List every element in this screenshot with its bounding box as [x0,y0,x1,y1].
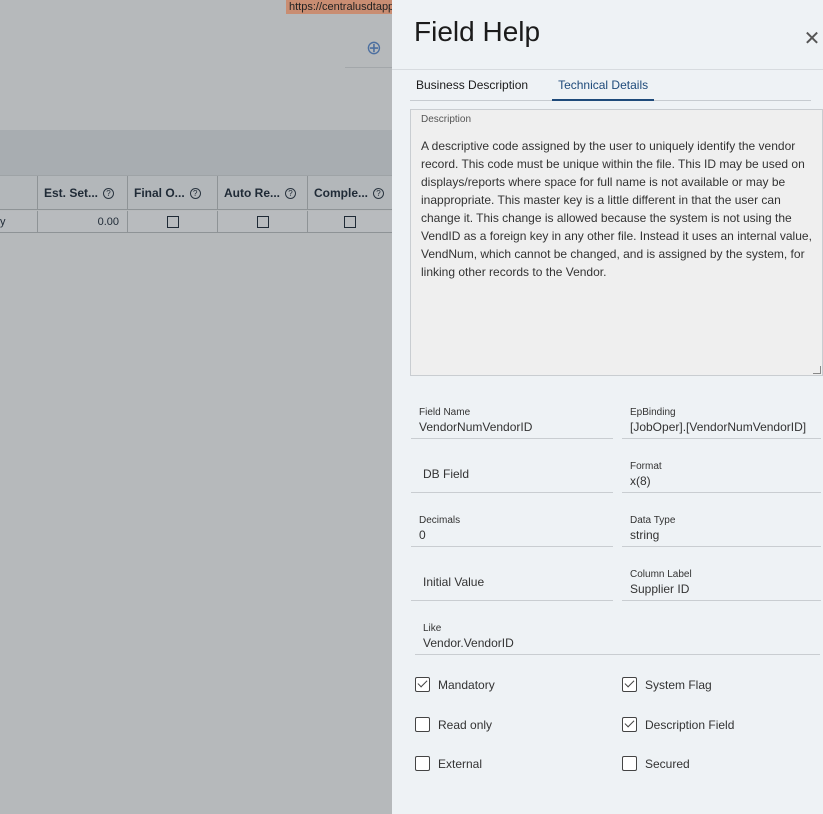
checkbox-unchecked-icon[interactable] [415,756,430,771]
table-row[interactable]: y 0.00 [0,211,392,233]
divider [392,69,823,70]
grid-cell: y [0,216,6,228]
grid-header-est-setup[interactable]: Est. Set... ? [37,176,127,210]
checkbox-checked-icon[interactable] [415,677,430,692]
checkbox[interactable] [166,216,179,228]
close-icon[interactable]: ✕ [802,29,822,49]
field-label: Data Type [630,515,676,526]
checkbox-checked-icon[interactable] [622,677,637,692]
checkbox-label: External [438,756,483,771]
grid-header-label: Comple... [314,186,369,200]
panel-title: Field Help [414,16,541,47]
grid-cell-est-setup: 0.00 [37,211,127,233]
grid-header-row: Est. Set... ? Final O... ? Auto Re... ? … [0,176,392,210]
help-icon[interactable]: ? [373,187,385,199]
column-label-field[interactable]: Column Label Supplier ID [622,563,821,601]
field-help-panel: Field Help ✕ Business Description Techni… [392,0,823,814]
field-value: 0 [419,528,426,542]
help-icon[interactable]: ? [285,187,296,199]
add-circle-icon[interactable]: ⊕ [363,38,385,60]
system-flag-checkbox[interactable]: System Flag [622,677,712,692]
like-field[interactable]: Like Vendor.VendorID [415,617,820,655]
data-type-field[interactable]: Data Type string [622,509,821,547]
field-value: string [630,528,660,542]
grid-header-final-op[interactable]: Final O... ? [127,176,217,210]
field-value: Supplier ID [630,582,690,596]
decimals-field[interactable]: Decimals 0 [411,509,613,547]
field-label: Initial Value [423,575,485,589]
background-app: https://centralusdtapp ⊕ Est. Set... ? F… [0,0,392,814]
grid-cell-auto-receive [217,211,307,233]
db-field-field[interactable]: DB Field [411,455,613,493]
grid-toolbar-band [0,130,392,176]
tab-technical-details[interactable]: Technical Details [552,74,655,101]
read-only-checkbox[interactable]: Read only [415,717,492,732]
url-tooltip: https://centralusdtapp [286,0,392,14]
field-value: VendorNumVendorID [419,420,533,434]
grid-header-label: Auto Re... [224,186,280,200]
checkbox[interactable] [256,216,269,228]
help-icon[interactable]: ? [103,187,115,199]
field-name-field[interactable]: Field Name VendorNumVendorID [411,401,613,439]
divider [345,67,392,68]
epbinding-field[interactable]: EpBinding [JobOper].[VendorNumVendorID] [622,401,821,439]
resize-handle-icon[interactable] [813,366,821,374]
checkbox-label: Read only [438,717,493,732]
checkbox-label: Secured [645,756,690,771]
grid-header-complete[interactable]: Comple... ? [307,176,392,210]
field-label: DB Field [423,467,470,481]
checkbox-unchecked-icon[interactable] [622,756,637,771]
checkbox-label: Description Field [645,717,735,732]
checkbox[interactable] [344,216,356,228]
field-value: x(8) [630,474,651,488]
checkbox-label: Mandatory [438,677,495,692]
description-textarea[interactable]: Description A descriptive code assigned … [410,109,823,376]
grid-cell-complete [307,211,392,233]
help-icon[interactable]: ? [189,187,201,199]
field-label: Decimals [419,515,461,526]
checkbox-label: System Flag [645,677,712,692]
field-value: Vendor.VendorID [423,636,514,650]
mandatory-checkbox[interactable]: Mandatory [415,677,495,692]
format-field[interactable]: Format x(8) [622,455,821,493]
field-label: EpBinding [630,407,676,418]
description-text: A descriptive code assigned by the user … [421,139,812,279]
grid-cell-final-op [127,211,217,233]
field-label: Like [423,623,442,634]
tab-business-description[interactable]: Business Description [410,74,534,101]
tab-bar: Business Description Technical Details [410,74,811,101]
grid-header-auto-receive[interactable]: Auto Re... ? [217,176,307,210]
description-label: Description [421,114,472,125]
field-label: Format [630,461,662,472]
description-field-checkbox[interactable]: Description Field [622,717,734,732]
checkbox-checked-icon[interactable] [622,717,637,732]
secured-checkbox[interactable]: Secured [622,756,690,771]
external-checkbox[interactable]: External [415,756,482,771]
initial-value-field[interactable]: Initial Value [411,563,613,601]
grid-header-cell[interactable] [0,176,37,210]
field-label: Field Name [419,407,471,418]
field-label: Column Label [630,569,692,580]
field-value: [JobOper].[VendorNumVendorID] [630,420,807,434]
grid-header-label: Est. Set... [44,186,99,200]
grid-header-label: Final O... [134,186,185,200]
checkbox-unchecked-icon[interactable] [415,717,430,732]
